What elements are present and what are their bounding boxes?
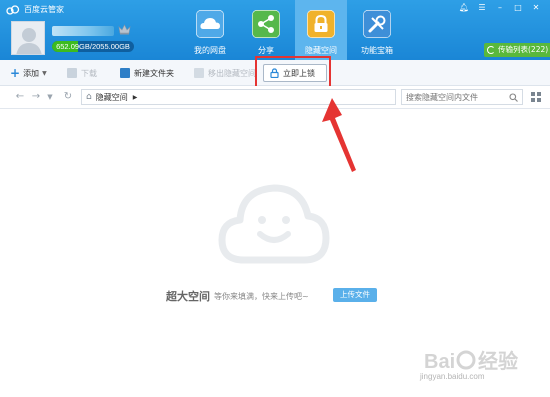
- new-folder-label: 新建文件夹: [134, 68, 174, 78]
- new-folder-button[interactable]: 新建文件夹: [120, 66, 174, 80]
- maximize-icon[interactable]: □: [512, 3, 524, 13]
- username-masked: [52, 26, 114, 36]
- empty-state-message: 超大空间 等你来填满，快来上传吧~: [166, 288, 309, 304]
- new-folder-icon: [120, 68, 130, 78]
- empty-headline: 超大空间: [166, 290, 210, 303]
- close-icon[interactable]: ✕: [530, 3, 542, 13]
- menu-icon[interactable]: ☰: [476, 3, 488, 13]
- add-button[interactable]: + 添加 ▼: [10, 66, 47, 80]
- transfer-progress-icon: [487, 46, 495, 54]
- tab-toolbox[interactable]: 功能宝箱: [351, 0, 403, 60]
- notification-bell-icon[interactable]: 🔔︎: [458, 3, 470, 13]
- tab-my-netdisk[interactable]: 我的网盘: [184, 0, 236, 60]
- tab-hidden-space[interactable]: 隐藏空间: [295, 0, 347, 60]
- home-icon[interactable]: ⌂: [86, 92, 92, 102]
- avatar[interactable]: [11, 21, 45, 55]
- vip-crown-icon[interactable]: [118, 23, 131, 35]
- breadcrumb-chevron-icon[interactable]: ▶: [133, 94, 138, 101]
- baidu-jingyan-watermark: Bai 经验: [424, 349, 518, 373]
- move-out-hidden-button[interactable]: 移出隐藏空间: [194, 66, 256, 80]
- svg-text:Bai: Bai: [424, 351, 455, 373]
- grid-view-icon[interactable]: [531, 92, 541, 102]
- tab-label: 我的网盘: [194, 46, 226, 55]
- forward-arrow-icon[interactable]: →: [30, 91, 42, 103]
- user-silhouette-icon: [16, 28, 42, 54]
- plus-icon: +: [10, 66, 21, 80]
- tools-icon: [363, 10, 391, 38]
- back-arrow-icon[interactable]: ←: [14, 91, 26, 103]
- chevron-down-icon: ▼: [42, 69, 47, 77]
- move-out-label: 移出隐藏空间: [208, 68, 256, 78]
- lock-icon: [307, 10, 335, 38]
- tab-label: 隐藏空间: [305, 46, 337, 55]
- forward-dropdown-icon[interactable]: ▼: [44, 91, 56, 103]
- transfer-list-label: 传输列表(222): [498, 45, 549, 54]
- add-label: 添加: [23, 68, 40, 78]
- search-icon[interactable]: [509, 93, 518, 102]
- move-out-icon: [194, 68, 204, 78]
- share-icon: [252, 10, 280, 38]
- download-button[interactable]: 下载: [67, 66, 97, 80]
- tab-share[interactable]: 分享: [240, 0, 292, 60]
- download-icon: [67, 68, 77, 78]
- address-bar: ← → ▼ ↻ ⌂ 隐藏空间 ▶: [0, 86, 550, 109]
- app-title-text: 百度云管家: [24, 5, 64, 14]
- storage-quota-bar: 652.09GB/2055.00GB: [52, 41, 134, 52]
- watermark-url: jingyan.baidu.com: [420, 372, 485, 381]
- cloud-icon: [196, 10, 224, 38]
- storage-quota-text: 652.09GB/2055.00GB: [56, 42, 130, 51]
- tab-label: 功能宝箱: [361, 46, 393, 55]
- search-input[interactable]: [401, 89, 523, 105]
- tab-label: 分享: [258, 46, 274, 55]
- transfer-list-button[interactable]: 传输列表(222): [484, 43, 550, 57]
- breadcrumb-current[interactable]: 隐藏空间: [96, 92, 128, 103]
- baidu-cloud-logo-icon: [6, 4, 20, 15]
- annotation-arrow: [322, 98, 356, 172]
- refresh-icon[interactable]: ↻: [62, 91, 74, 103]
- upload-file-button[interactable]: 上传文件: [333, 288, 377, 302]
- svg-text:经验: 经验: [478, 349, 518, 373]
- download-label: 下载: [81, 68, 97, 78]
- header-bar: 百度云管家 652.09GB/2055.00GB 我的网盘 分享 隐藏空间 功能…: [0, 0, 550, 60]
- minimize-icon[interactable]: –: [494, 3, 506, 13]
- empty-cloud-smile-icon: [218, 184, 330, 264]
- empty-subtext: 等你来填满，快来上传吧~: [214, 291, 309, 301]
- app-title: 百度云管家: [6, 4, 64, 15]
